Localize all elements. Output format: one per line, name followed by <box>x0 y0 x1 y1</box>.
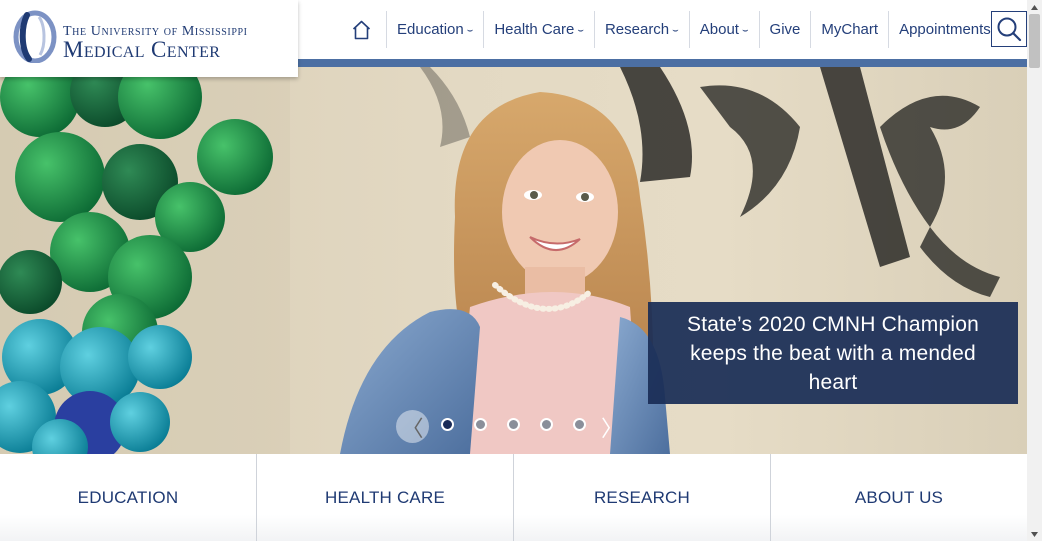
tile-education[interactable]: EDUCATION <box>0 454 257 541</box>
slide-dot-1[interactable] <box>441 418 454 431</box>
nav-appointments[interactable]: Appointments <box>888 11 1001 48</box>
tile-about-us[interactable]: ABOUT US <box>771 454 1027 541</box>
nav-research-label: Research <box>604 21 670 38</box>
chevron-right-icon: 〉 <box>601 416 624 441</box>
site-logo-link[interactable]: The University of Mississippi Medical Ce… <box>0 0 298 77</box>
nav-give[interactable]: Give <box>758 11 811 48</box>
slideshow-prev-button[interactable]: 〈 <box>396 410 429 443</box>
home-link[interactable] <box>344 11 386 48</box>
nav-research[interactable]: Research ⌣ <box>593 11 689 48</box>
slideshow-next-button[interactable]: 〉 <box>601 415 623 441</box>
nav-education[interactable]: Education ⌣ <box>386 11 483 48</box>
nav-about[interactable]: About ⌣ <box>688 11 759 48</box>
search-button[interactable] <box>991 11 1027 47</box>
scroll-up-arrow[interactable] <box>1027 0 1042 14</box>
slide-dot-2[interactable] <box>474 418 487 431</box>
slide-dot-3[interactable] <box>507 418 520 431</box>
slideshow-pager <box>441 418 606 431</box>
nav-education-label: Education <box>397 21 464 38</box>
chevron-down-icon: ⌣ <box>741 25 749 36</box>
slide-dot-4[interactable] <box>540 418 553 431</box>
hero-slideshow: State’s 2020 CMNH Champion keeps the bea… <box>0 67 1027 454</box>
scrollbar-thumb[interactable] <box>1029 14 1040 68</box>
chevron-down-icon: ⌣ <box>577 25 584 36</box>
nav-health-care-label: Health Care <box>494 21 575 38</box>
search-icon <box>997 17 1022 42</box>
chevron-down-icon: ⌣ <box>672 25 679 36</box>
nav-give-label: Give <box>769 21 801 38</box>
chevron-left-icon: 〈 <box>401 415 424 441</box>
home-icon <box>352 20 371 39</box>
logo-text-medical-center: Medical Center <box>63 37 221 62</box>
page-scrollbar[interactable] <box>1027 0 1042 541</box>
tile-research[interactable]: RESEARCH <box>514 454 771 541</box>
chevron-down-icon: ⌣ <box>466 25 474 36</box>
slide-caption[interactable]: State’s 2020 CMNH Champion keeps the bea… <box>648 302 1018 404</box>
nav-mychart-label: MyChart <box>821 21 879 38</box>
quick-links: EDUCATION HEALTH CARE RESEARCH ABOUT US <box>0 454 1027 541</box>
nav-health-care[interactable]: Health Care ⌣ <box>483 11 594 48</box>
scroll-down-arrow[interactable] <box>1027 527 1042 541</box>
slide-dot-5[interactable] <box>573 418 586 431</box>
nav-about-label: About <box>699 21 739 38</box>
tile-health-care[interactable]: HEALTH CARE <box>257 454 514 541</box>
nav-mychart[interactable]: MyChart <box>810 11 888 48</box>
nav-appointments-label: Appointments <box>899 21 991 38</box>
ummc-logo-mark <box>13 10 57 63</box>
main-nav: Education ⌣ Health Care ⌣ Research ⌣ Abo… <box>344 11 1001 48</box>
